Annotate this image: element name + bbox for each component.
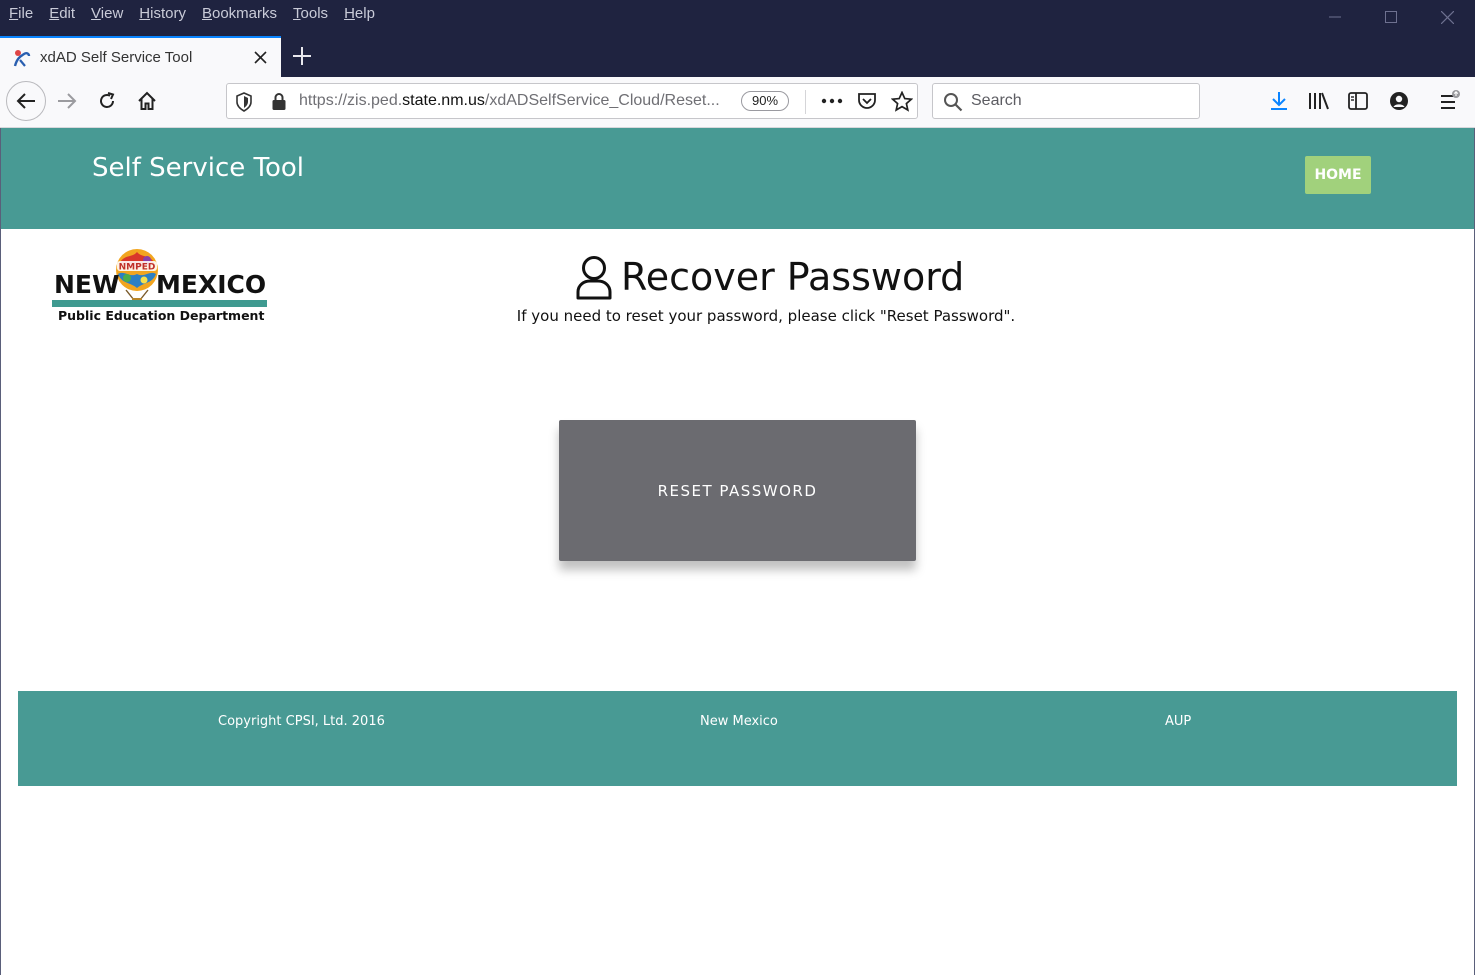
- browser-titlebar: File Edit View History Bookmarks Tools H…: [0, 0, 1475, 77]
- lock-icon: [272, 93, 286, 110]
- app-menu-button[interactable]: [1435, 86, 1465, 116]
- menu-edit-label: dit: [59, 5, 76, 22]
- search-placeholder: Search: [971, 92, 1022, 109]
- home-button[interactable]: HOME: [1305, 156, 1371, 194]
- favicon-icon: [13, 49, 31, 67]
- reload-icon: [100, 92, 115, 108]
- menu-history-accel: H: [139, 5, 151, 22]
- url-prefix: https://zis.ped.: [299, 92, 403, 109]
- page-title: Recover Password: [621, 255, 965, 299]
- arrow-left-icon: [16, 93, 35, 109]
- minimize-icon: [1329, 16, 1341, 18]
- bookmark-star-button[interactable]: [887, 86, 917, 116]
- menu-view-label: iew: [100, 5, 124, 22]
- menu-bar: File Edit View History Bookmarks Tools H…: [0, 0, 383, 28]
- close-window-button[interactable]: [1419, 0, 1475, 34]
- menu-view[interactable]: View: [83, 0, 131, 28]
- url-path: /xdADSelfService_Cloud/Reset...: [484, 92, 720, 109]
- site-title[interactable]: Self Service Tool: [92, 153, 304, 183]
- menu-help[interactable]: Help: [336, 0, 383, 28]
- maximize-button[interactable]: [1363, 0, 1419, 34]
- menu-bookmarks[interactable]: Bookmarks: [194, 0, 285, 28]
- navigation-toolbar: https://zis.ped.state.nm.us/xdADSelfServ…: [0, 77, 1475, 128]
- sidebar-button[interactable]: [1343, 86, 1373, 116]
- account-button[interactable]: [1384, 86, 1414, 116]
- menu-tools[interactable]: Tools: [285, 0, 336, 28]
- page-actions-button[interactable]: [817, 86, 847, 116]
- close-icon: [253, 51, 267, 64]
- logo-word-mexico: MEXICO: [156, 270, 267, 299]
- footer-copyright: Copyright CPSI, Ltd. 2016: [218, 714, 385, 729]
- home-browser-button[interactable]: [127, 81, 167, 121]
- pocket-button[interactable]: [852, 86, 882, 116]
- star-icon: [891, 90, 913, 112]
- menu-file-accel: F: [9, 5, 19, 22]
- url-host: state.nm.us: [402, 92, 485, 109]
- instructions-text: If you need to reset your password, plea…: [516, 307, 1016, 325]
- menu-bookmarks-accel: B: [201, 5, 212, 22]
- footer-state-link[interactable]: New Mexico: [700, 714, 778, 729]
- library-icon: [1309, 92, 1329, 110]
- pocket-icon: [858, 92, 876, 109]
- hamburger-menu-icon: [1441, 90, 1460, 109]
- forward-button[interactable]: [47, 81, 87, 121]
- window-controls: [1307, 0, 1475, 34]
- tab-title: xdAD Self Service Tool: [40, 49, 193, 66]
- reset-password-button[interactable]: RESET PASSWORD: [559, 420, 916, 561]
- menu-help-label: elp: [354, 5, 375, 22]
- more-icon: [821, 98, 843, 104]
- zoom-badge[interactable]: 90%: [741, 91, 789, 111]
- library-button[interactable]: [1304, 86, 1334, 116]
- url-separator: [805, 90, 806, 114]
- menu-file[interactable]: File: [0, 0, 41, 28]
- url-bar[interactable]: https://zis.ped.state.nm.us/xdADSelfServ…: [226, 83, 918, 119]
- home-icon: [138, 91, 156, 110]
- menu-tools-label: ools: [300, 5, 329, 22]
- arrow-right-icon: [58, 93, 77, 109]
- logo-word-new: NEW: [54, 270, 120, 299]
- minimize-button[interactable]: [1307, 0, 1363, 34]
- site-footer: Copyright CPSI, Ltd. 2016 New Mexico AUP: [18, 691, 1457, 786]
- account-icon: [1390, 92, 1408, 110]
- browser-tab-active[interactable]: xdAD Self Service Tool: [0, 36, 281, 77]
- plus-icon: [293, 47, 311, 65]
- menu-view-accel: V: [91, 5, 101, 22]
- maximize-icon: [1385, 11, 1397, 23]
- menu-bookmarks-label: ookmarks: [212, 5, 278, 22]
- menu-edit-accel: E: [49, 5, 60, 22]
- shield-icon: [236, 92, 252, 112]
- page-heading: Recover Password: [575, 252, 964, 302]
- logo-bar: [52, 300, 267, 307]
- menu-history[interactable]: History: [131, 0, 194, 28]
- download-icon: [1271, 92, 1287, 110]
- menu-file-label: ile: [18, 5, 34, 22]
- sidebar-icon: [1348, 92, 1368, 110]
- window-border-left: [0, 128, 1, 975]
- logo-badge-text: NMPED: [119, 263, 156, 273]
- menu-tools-accel: T: [293, 5, 301, 22]
- url-text: https://zis.ped.state.nm.us/xdADSelfServ…: [299, 92, 729, 110]
- footer-aup-link[interactable]: AUP: [1165, 714, 1191, 729]
- site-header: Self Service Tool HOME: [1, 128, 1474, 229]
- search-icon: [944, 93, 963, 112]
- menu-history-label: istory: [150, 5, 186, 22]
- reload-button[interactable]: [87, 81, 127, 121]
- tab-close-button[interactable]: [245, 43, 275, 73]
- close-icon: [1440, 10, 1454, 24]
- menu-edit[interactable]: Edit: [41, 0, 83, 28]
- user-icon: [576, 256, 612, 300]
- downloads-button[interactable]: [1264, 86, 1294, 116]
- back-button[interactable]: [6, 81, 46, 121]
- search-bar[interactable]: Search: [932, 83, 1200, 119]
- new-tab-button[interactable]: [286, 40, 318, 72]
- menu-help-accel: H: [344, 5, 355, 22]
